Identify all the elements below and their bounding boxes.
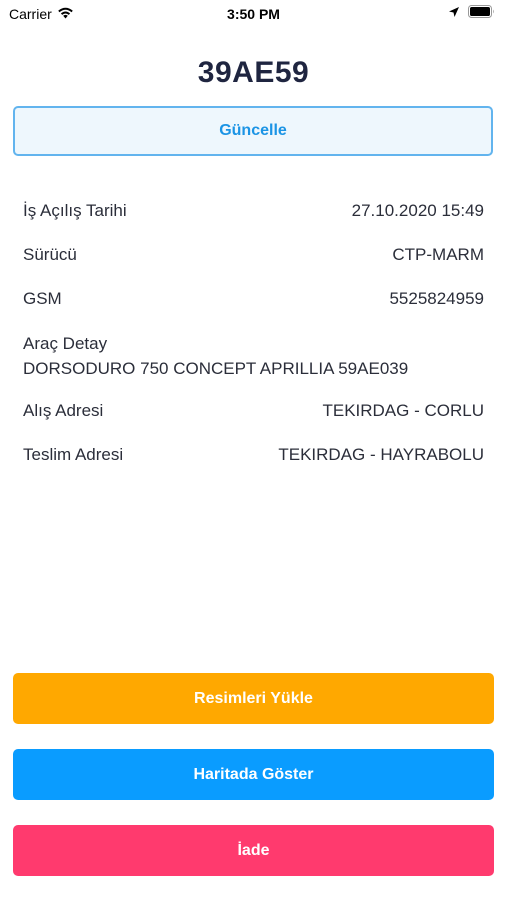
detail-row-delivery: Teslim Adresi TEKIRDAG - HAYRABOLU [23,445,484,465]
return-button[interactable]: İade [13,825,494,876]
open-date-label: İş Açılış Tarihi [23,201,127,220]
status-right-group [448,5,495,21]
upload-images-button[interactable]: Resimleri Yükle [13,673,494,724]
battery-icon [468,5,495,21]
page-title: 39AE59 [197,56,310,89]
return-label: İade [237,841,270,859]
vehicle-label: Araç Detay [23,334,108,353]
vehicle-value: DORSODURO 750 CONCEPT APRILLIA 59AE039 [23,359,409,378]
detail-row-gsm: GSM 5525824959 [23,289,484,309]
gsm-label: GSM [23,289,62,308]
status-bar: Carrier 3:50 PM [0,0,507,28]
gsm-value: 5525824959 [389,289,484,308]
detail-row-open-date: İş Açılış Tarihi 27.10.2020 15:49 [23,201,484,221]
update-button[interactable]: Güncelle [13,106,493,156]
pickup-label: Alış Adresi [23,401,104,420]
show-on-map-label: Haritada Göster [193,765,314,783]
detail-row-driver: Sürücü CTP-MARM [23,245,484,265]
driver-value: CTP-MARM [392,245,484,264]
detail-block-vehicle: Araç Detay DORSODURO 750 CONCEPT APRILLI… [23,331,484,381]
pickup-value: TEKIRDAG - CORLU [322,401,484,420]
show-on-map-button[interactable]: Haritada Göster [13,749,494,800]
location-arrow-icon [448,5,460,21]
update-button-label: Güncelle [219,122,287,139]
driver-label: Sürücü [23,245,77,264]
detail-row-pickup: Alış Adresi TEKIRDAG - CORLU [23,401,484,421]
status-time: 3:50 PM [227,6,280,22]
upload-images-label: Resimleri Yükle [194,689,313,707]
open-date-value: 27.10.2020 15:49 [351,201,484,220]
delivery-label: Teslim Adresi [23,445,124,464]
delivery-value: TEKIRDAG - HAYRABOLU [278,445,484,464]
